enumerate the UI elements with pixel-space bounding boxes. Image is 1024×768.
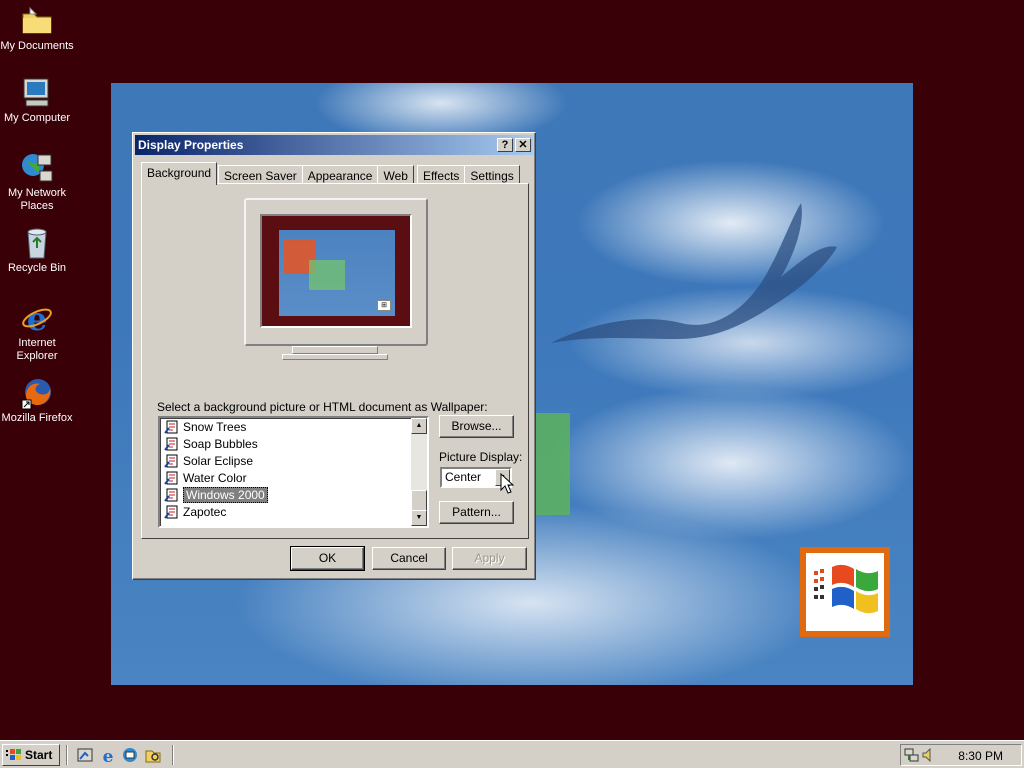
wallpaper-listbox[interactable]: Snow Trees Soap Bubbles Solar Eclipse Wa… [158, 416, 429, 528]
outlook-express-icon[interactable] [121, 746, 139, 764]
svg-text:e: e [27, 301, 47, 335]
help-button[interactable]: ? [497, 138, 513, 152]
list-item[interactable]: Water Color [162, 469, 414, 486]
svg-text:e: e [103, 747, 114, 764]
picture-display-label: Picture Display: [439, 450, 523, 464]
tab-appearance[interactable]: Appearance [301, 165, 379, 185]
windows-flag-icon [6, 748, 22, 762]
monitor-preview: ⊞ [244, 198, 428, 346]
tab-effects[interactable]: Effects [416, 165, 466, 185]
list-item[interactable]: Snow Trees [162, 418, 414, 435]
preview-logo-icon: ⊞ [377, 300, 391, 311]
desktop-icon-label: Mozilla Firefox [1, 412, 73, 424]
tab-strip: Background Screen Saver Appearance Web E… [141, 161, 520, 185]
pattern-button[interactable]: Pattern... [439, 501, 514, 524]
dialog-title-bar[interactable]: Display Properties ? ✕ [135, 135, 533, 155]
firefox-icon [20, 376, 54, 410]
scroll-up-arrow-icon[interactable]: ▲ [411, 418, 427, 434]
tab-web[interactable]: Web [377, 165, 414, 185]
desktop-icon-label: Internet Explorer [16, 337, 58, 362]
diver-silhouette [551, 203, 837, 343]
internet-explorer-icon[interactable]: e [99, 746, 117, 767]
picture-display-value: Center [445, 470, 482, 484]
wallpaper-prompt-label: Select a background picture or HTML docu… [157, 400, 488, 414]
desktop-icon-network-places[interactable]: My Network Places [0, 151, 74, 213]
bitmap-file-icon [164, 420, 179, 434]
desktop-icon-label: My Computer [3, 112, 71, 124]
list-item[interactable]: Zapotec [162, 503, 414, 520]
start-button[interactable]: Start [2, 744, 60, 766]
listbox-scrollbar[interactable]: ▲ ▼ [411, 418, 427, 526]
system-tray: 8:30 PM [900, 744, 1022, 766]
show-desktop-icon[interactable] [76, 746, 94, 764]
recycle-bin-icon [20, 226, 54, 260]
dialog-title: Display Properties [138, 138, 244, 152]
internet-explorer-icon: e [20, 300, 54, 338]
close-button[interactable]: ✕ [515, 138, 531, 152]
tab-background[interactable]: Background [141, 162, 218, 185]
desktop-icon-my-documents[interactable]: My Documents [0, 4, 74, 53]
network-tray-icon[interactable] [904, 747, 920, 766]
clock[interactable]: 8:30 PM [958, 749, 1003, 763]
scroll-thumb[interactable] [411, 490, 427, 512]
monitor-screen: ⊞ [260, 214, 412, 328]
list-item[interactable]: Solar Eclipse [162, 452, 414, 469]
mouse-cursor-icon [500, 473, 514, 494]
ok-button[interactable]: OK [290, 546, 365, 571]
tab-screen-saver[interactable]: Screen Saver [218, 165, 303, 185]
desktop-icon-internet-explorer[interactable]: e Internet Explorer [0, 300, 74, 363]
monitor-base [282, 354, 388, 360]
bitmap-file-icon [164, 471, 179, 485]
desktop-icon-mozilla-firefox[interactable]: Mozilla Firefox [0, 376, 74, 425]
desktop-icon-label: My Documents [0, 40, 74, 52]
network-icon [20, 151, 54, 185]
bitmap-file-icon [164, 488, 179, 502]
wallpaper-preview: ⊞ [279, 230, 395, 316]
desktop-icon-recycle-bin[interactable]: Recycle Bin [0, 226, 74, 275]
cancel-button[interactable]: Cancel [372, 547, 446, 570]
bitmap-file-icon [164, 505, 179, 519]
bitmap-file-icon [164, 437, 179, 451]
bitmap-file-icon [164, 454, 179, 468]
browse-button[interactable]: Browse... [439, 415, 514, 438]
desktop-icon-my-computer[interactable]: My Computer [0, 76, 74, 125]
taskbar-separator [172, 745, 174, 765]
list-item-selected[interactable]: Windows 2000 [162, 486, 414, 503]
desktop-icon-label: My Network Places [7, 187, 67, 212]
windows-logo [800, 547, 890, 637]
list-item[interactable]: Soap Bubbles [162, 435, 414, 452]
taskbar: Start e 8:30 PM [0, 740, 1024, 768]
monitor-stand [292, 346, 378, 354]
start-label: Start [25, 748, 53, 762]
taskbar-separator [66, 745, 68, 765]
volume-tray-icon[interactable] [921, 747, 935, 766]
display-properties-dialog: Display Properties ? ✕ Background Screen… [132, 132, 536, 580]
apply-button[interactable]: Apply [452, 547, 527, 570]
computer-icon [20, 76, 54, 110]
tab-panel-background: ⊞ Select a background picture or HTML do… [141, 183, 529, 539]
folder-icon [20, 4, 54, 38]
tab-settings[interactable]: Settings [464, 165, 520, 185]
scroll-down-arrow-icon[interactable]: ▼ [411, 510, 427, 526]
desktop-icon-label: Recycle Bin [7, 262, 67, 274]
explorer-folder-icon[interactable] [144, 746, 162, 764]
